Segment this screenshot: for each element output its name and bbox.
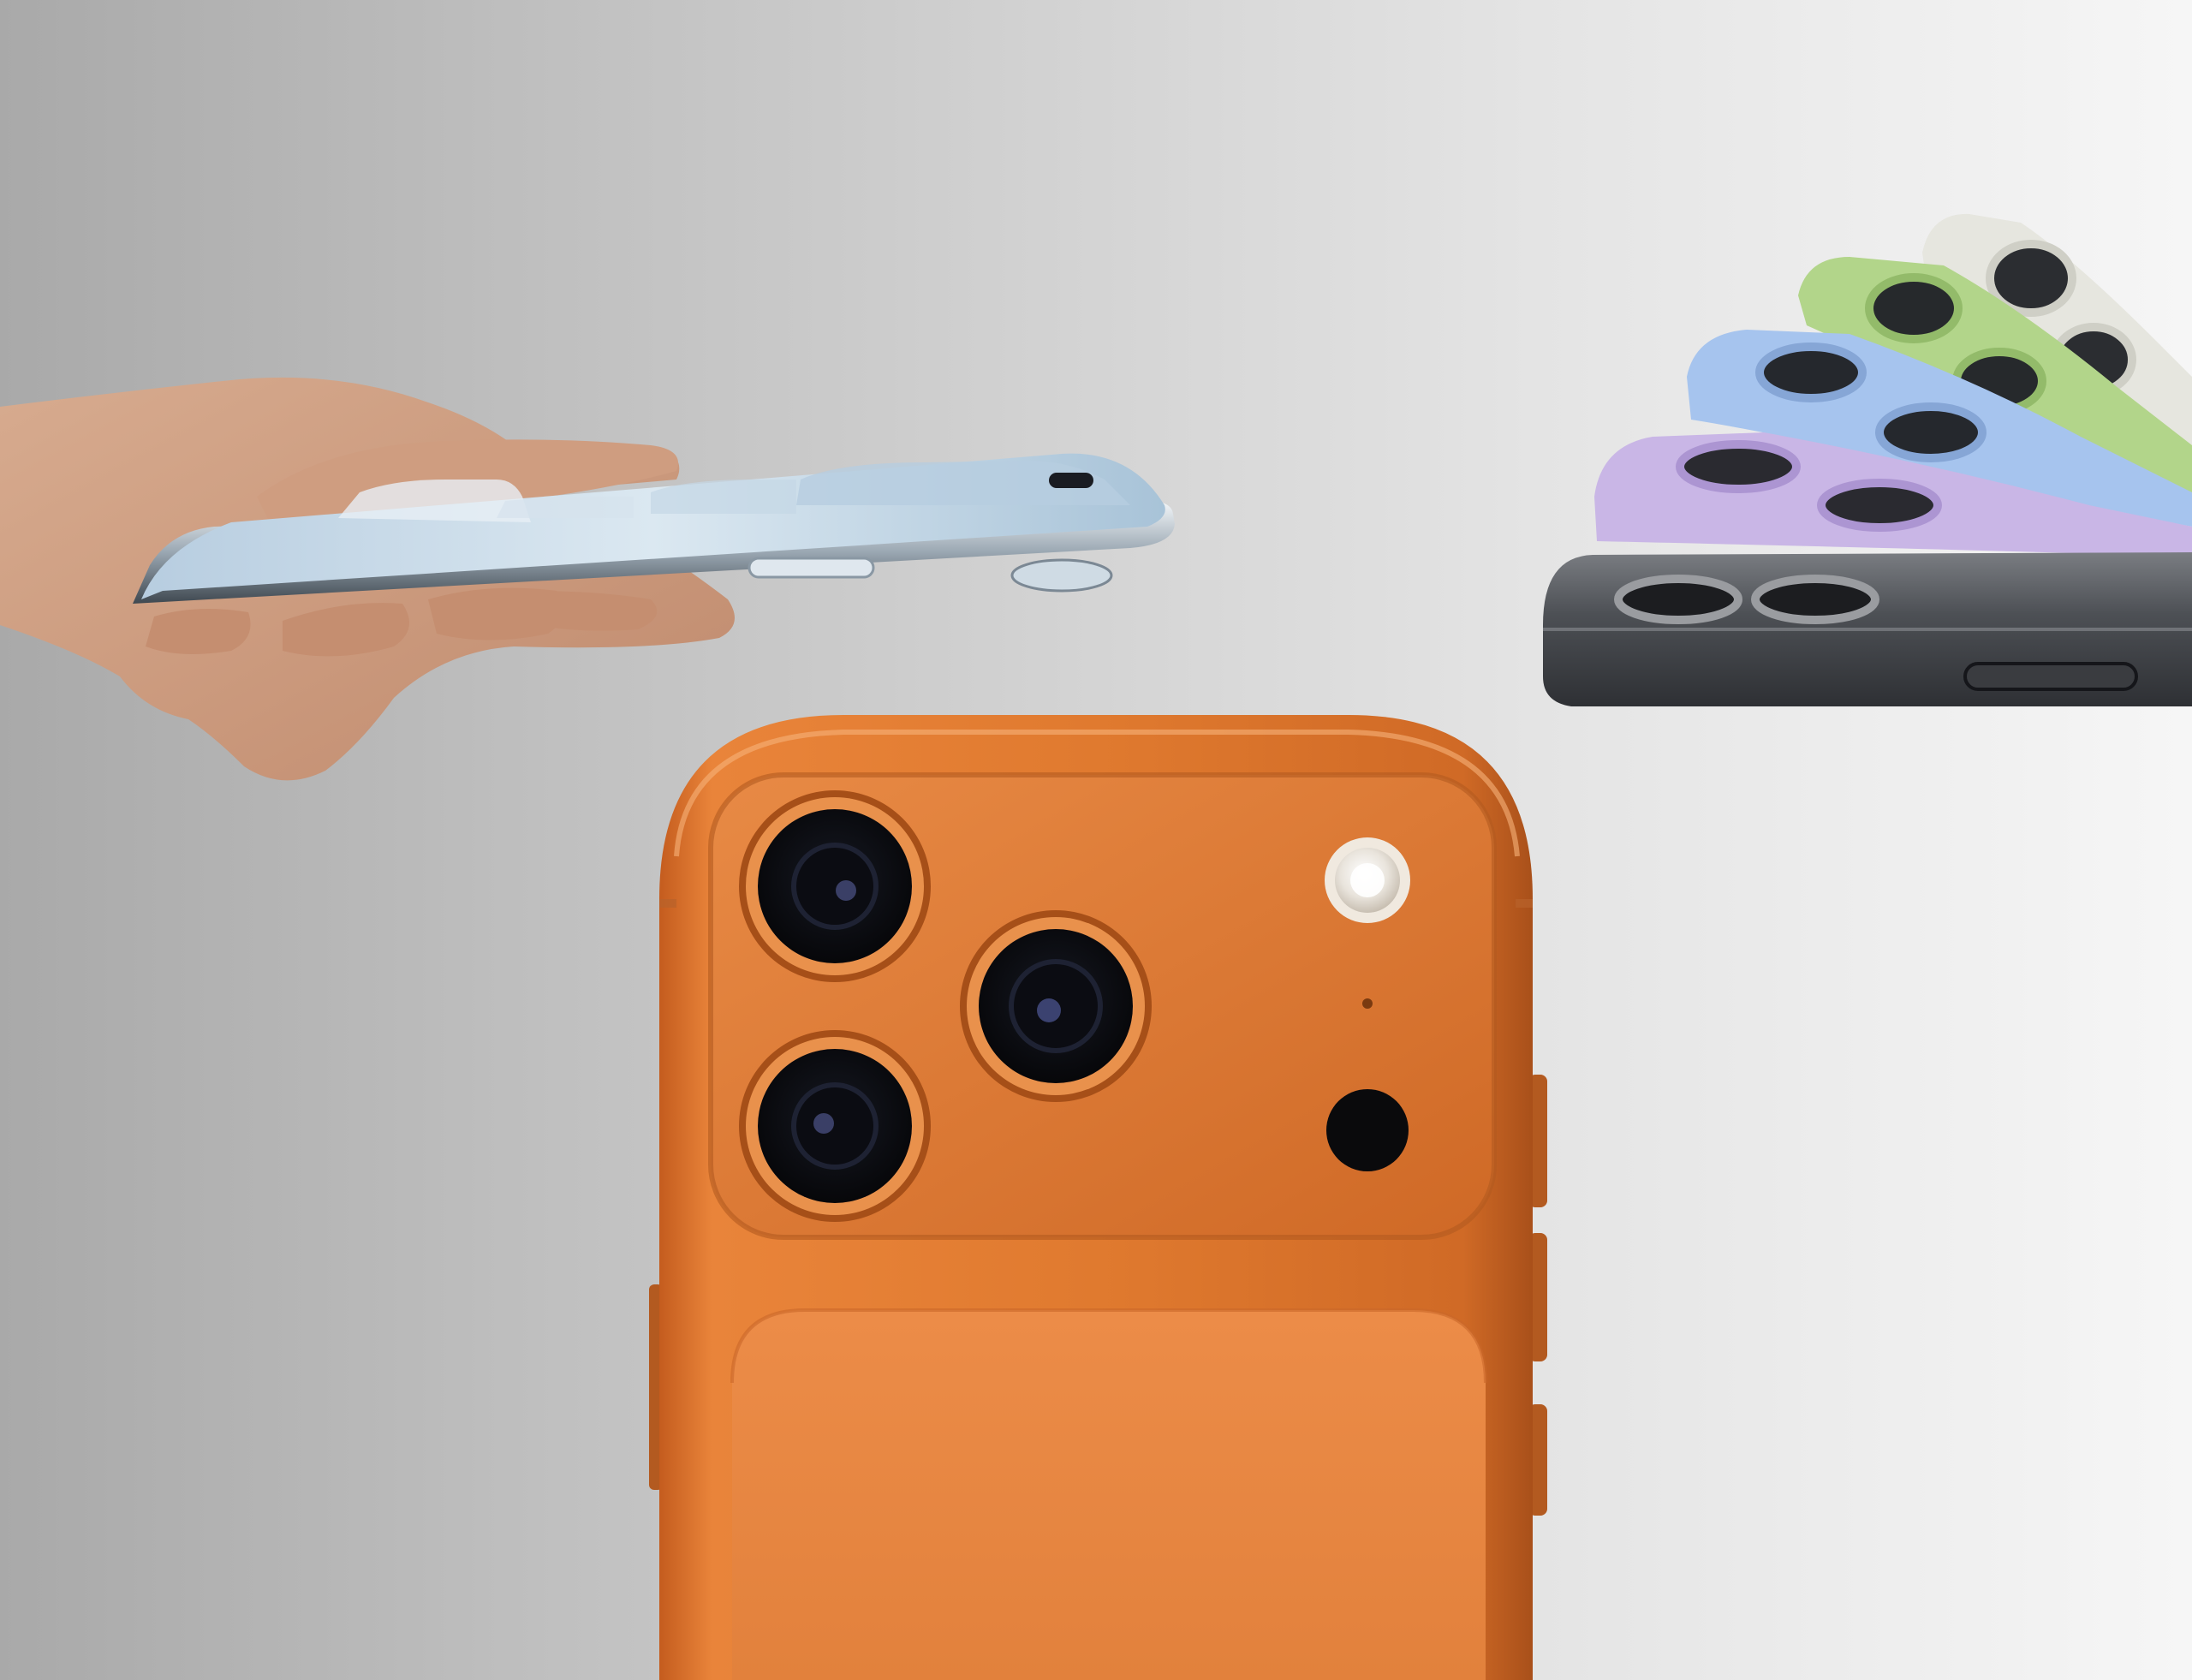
orange-phone-back-panel — [732, 1310, 1486, 1680]
camera-lens-icon — [1875, 402, 1986, 462]
camera-flash-icon — [1325, 837, 1410, 923]
product-photo-scene — [0, 0, 2192, 1680]
camera-lens-icon — [1614, 575, 1742, 624]
camera-lens-icon — [1751, 575, 1879, 624]
camera-lens-icon — [739, 1030, 931, 1222]
camera-lens-icon — [1865, 273, 1963, 343]
camera-lens-icon — [1010, 558, 1113, 593]
orange-phone — [649, 715, 1547, 1680]
camera-lens-icon — [1676, 440, 1801, 493]
camera-lens-icon — [960, 910, 1152, 1102]
microphone-icon — [1362, 998, 1373, 1009]
camera-lens-icon — [1817, 479, 1942, 532]
camera-lens-icon — [739, 790, 931, 982]
camera-module-icon — [1049, 473, 1093, 488]
side-button-icon — [1963, 662, 2138, 691]
phone-black — [1543, 552, 2192, 706]
side-button-icon — [748, 557, 875, 579]
lidar-sensor-icon — [1326, 1089, 1409, 1171]
camera-lens-icon — [1755, 343, 1867, 402]
fanned-phone-color-lineup-icon — [1543, 213, 2192, 706]
scene-illustration — [0, 213, 2192, 1680]
